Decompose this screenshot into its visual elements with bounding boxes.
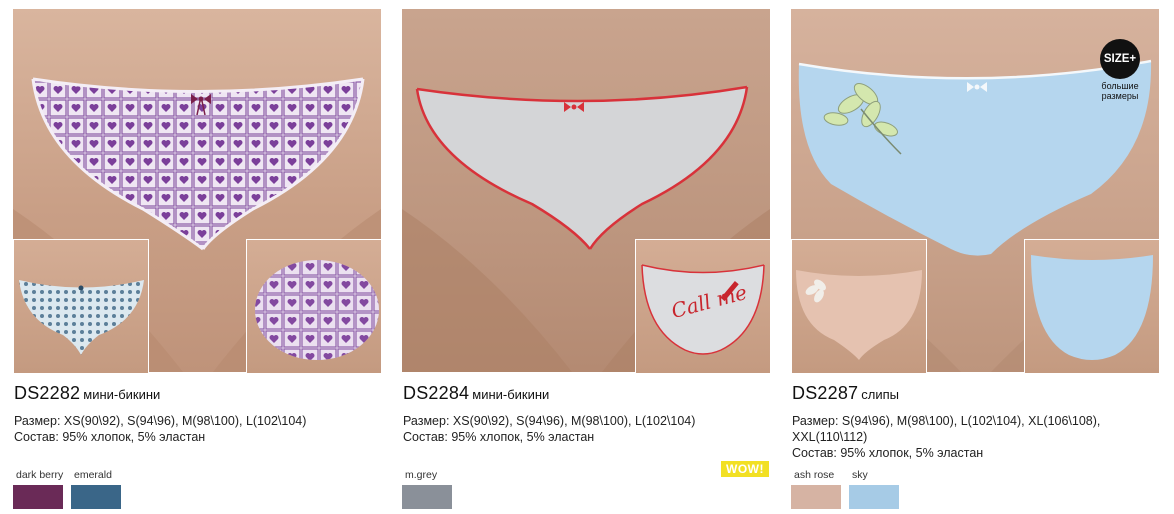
- size-plus-title: SIZE+: [1100, 39, 1140, 79]
- product-sizes: Размер: S(94\96), M(98\100), L(102\104),…: [792, 414, 1101, 444]
- product-sizes: Размер: XS(90\92), S(94\96), M(98\100), …: [14, 414, 307, 428]
- color-swatch[interactable]: [849, 485, 899, 509]
- color-option-emerald[interactable]: emerald: [71, 469, 122, 509]
- product-thumb-front-emerald[interactable]: [13, 239, 149, 374]
- color-swatch[interactable]: [71, 485, 121, 509]
- color-label: m.grey: [405, 469, 438, 481]
- product-title: DS2282 мини-бикини: [14, 383, 160, 404]
- product-card-ds2282[interactable]: DS2282 мини-бикини Размер: XS(90\92), S(9…: [13, 0, 382, 514]
- product-type: мини-бикини: [83, 387, 161, 402]
- size-plus-subtitle: большие размеры: [1101, 81, 1139, 101]
- product-card-ds2287[interactable]: SIZE+ большие размеры DS2287 слипы Размер…: [791, 0, 1160, 514]
- color-label: emerald: [74, 469, 112, 481]
- product-title: DS2284 мини-бикини: [403, 383, 549, 404]
- product-code: DS2282: [14, 383, 81, 403]
- wow-badge: WOW!: [721, 461, 769, 477]
- product-title: DS2287 слипы: [792, 383, 899, 404]
- color-label: ash rose: [794, 469, 835, 481]
- size-plus-badge: SIZE+ большие размеры: [1094, 39, 1146, 101]
- product-composition: Состав: 95% хлопок, 5% эластан: [14, 430, 206, 444]
- product-code: DS2284: [403, 383, 470, 403]
- color-option-dark-berry[interactable]: dark berry: [13, 469, 64, 509]
- product-composition: Состав: 95% хлопок, 5% эластан: [403, 430, 595, 444]
- product-thumb-front-ash-rose[interactable]: [791, 239, 927, 374]
- product-code: DS2287: [792, 383, 859, 403]
- color-label: dark berry: [16, 469, 64, 481]
- product-thumb-back[interactable]: [1024, 239, 1160, 374]
- color-option-sky[interactable]: sky: [849, 469, 900, 509]
- product-card-ds2284[interactable]: Call me DS2284 мини-бикини Размер: XS(90\…: [402, 0, 771, 514]
- product-sizes: Размер: XS(90\92), S(94\96), M(98\100), …: [403, 414, 696, 428]
- product-thumb-back[interactable]: [246, 239, 382, 374]
- color-option-ash-rose[interactable]: ash rose: [791, 469, 842, 509]
- color-label: sky: [852, 469, 868, 481]
- color-swatch[interactable]: [13, 485, 63, 509]
- color-swatch[interactable]: [402, 485, 452, 509]
- color-option-m-grey[interactable]: m.grey: [402, 469, 453, 509]
- product-type: мини-бикини: [472, 387, 550, 402]
- color-swatch[interactable]: [791, 485, 841, 509]
- product-type: слипы: [861, 387, 899, 402]
- product-thumb-back[interactable]: Call me: [635, 239, 771, 374]
- product-composition: Состав: 95% хлопок, 5% эластан: [792, 446, 984, 460]
